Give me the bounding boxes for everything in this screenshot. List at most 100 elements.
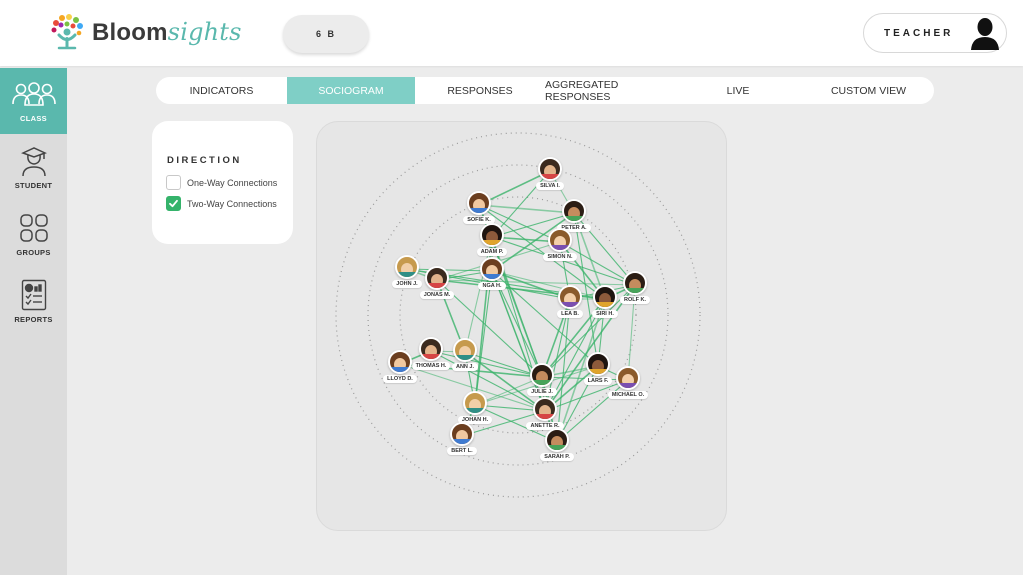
student-avatar	[463, 391, 487, 415]
student-name-label: SIMON N.	[543, 253, 577, 261]
avatar-shirt	[452, 439, 472, 444]
student-name-label: SILVA I.	[536, 182, 564, 190]
direction-filter-card: DIRECTION One-Way Connections Two-Way Co…	[152, 121, 293, 244]
student-name-label: MICHAEL O.	[607, 391, 649, 399]
student-avatar	[450, 422, 474, 446]
student-name-label: ADAM P.	[476, 248, 508, 256]
checkbox-checked[interactable]	[166, 196, 181, 211]
logo-tree-icon	[51, 14, 83, 50]
sidebar-item-reports[interactable]: REPORTS	[0, 269, 67, 335]
orbit-ring-outer	[335, 132, 701, 498]
view-tabs: INDICATORS SOCIOGRAM RESPONSES AGGREGATE…	[156, 77, 934, 104]
avatar-shirt	[455, 355, 475, 360]
reports-icon	[21, 278, 47, 312]
two-way-connections-label: Two-Way Connections	[187, 198, 277, 209]
student-avatar	[616, 366, 640, 390]
student-node-nga[interactable]: NGA H.	[468, 257, 516, 297]
direction-title: DIRECTION	[167, 155, 242, 166]
avatar-shirt	[465, 408, 485, 413]
student-node-michael[interactable]: MICHAEL O.	[604, 366, 652, 406]
avatar-shirt	[469, 208, 489, 213]
student-node-lloyd[interactable]: LLOYD D.	[376, 350, 424, 390]
sidebar-item-label: GROUPS	[16, 248, 51, 257]
student-avatar	[425, 266, 449, 290]
student-name-label: NGA H.	[478, 282, 506, 290]
student-avatar	[480, 257, 504, 281]
class-icon	[11, 77, 57, 111]
avatar-shirt	[390, 367, 410, 372]
brand-name: Bloomsights	[92, 18, 242, 47]
avatar-shirt	[427, 283, 447, 288]
student-name-label: SIRI H.	[592, 310, 618, 318]
student-avatar	[562, 199, 586, 223]
user-role-label: TEACHER	[884, 27, 954, 39]
sidebar-item-class[interactable]: CLASS	[0, 68, 67, 134]
tab-responses[interactable]: RESPONSES	[415, 77, 545, 104]
top-bar: Bloomsights 6 B TEACHER	[0, 0, 1023, 66]
student-node-sarah[interactable]: SARAH P.	[533, 428, 581, 468]
student-name-label: JONAS M.	[419, 291, 455, 299]
avatar-shirt	[618, 383, 638, 388]
student-name-label: JULIE J.	[527, 388, 557, 396]
student-name-label: ANN J.	[451, 363, 479, 371]
sociogram-panel: SILVA I. SOFIE K. PETER A. ADAM P. SIMON N. J…	[316, 121, 727, 531]
avatar-shirt	[550, 245, 570, 250]
tab-aggregated-responses[interactable]: AGGREGATED RESPONSES	[545, 77, 673, 104]
avatar-shirt	[595, 302, 615, 307]
orbit-rings	[335, 132, 701, 498]
student-node-simon[interactable]: SIMON N.	[536, 228, 584, 268]
student-avatar	[593, 285, 617, 309]
avatar-shirt	[560, 302, 580, 307]
student-node-jonas[interactable]: JONAS M.	[413, 266, 461, 306]
brand-suffix: sights	[167, 17, 242, 46]
student-avatar	[558, 285, 582, 309]
tab-indicators[interactable]: INDICATORS	[156, 77, 287, 104]
checkbox-unchecked[interactable]	[166, 175, 181, 190]
student-name-label: BERT L.	[447, 447, 477, 455]
two-way-connections-checkbox[interactable]: Two-Way Connections	[166, 196, 277, 211]
student-avatar	[538, 157, 562, 181]
student-icon	[20, 144, 48, 178]
sociogram-graph	[335, 132, 701, 498]
student-avatar	[530, 363, 554, 387]
brand-prefix: Bloom	[92, 18, 168, 46]
user-avatar-icon	[971, 18, 999, 50]
tab-custom-view[interactable]: CUSTOM VIEW	[803, 77, 934, 104]
sidebar-item-student[interactable]: STUDENT	[0, 135, 67, 201]
user-menu-button[interactable]: TEACHER	[863, 13, 1007, 53]
class-selector-button[interactable]: 6 B	[283, 15, 369, 53]
groups-icon	[19, 211, 49, 245]
one-way-connections-label: One-Way Connections	[187, 177, 278, 188]
avatar-shirt	[547, 445, 567, 450]
avatar-shirt	[535, 414, 555, 419]
student-node-bert[interactable]: BERT L.	[438, 422, 486, 462]
avatar-shirt	[421, 354, 441, 359]
student-node-lea[interactable]: LEA B.	[546, 285, 594, 325]
student-name-label: LLOYD D.	[383, 375, 417, 383]
student-avatar	[548, 228, 572, 252]
tab-sociogram[interactable]: SOCIOGRAM	[287, 77, 415, 104]
student-node-silva[interactable]: SILVA I.	[526, 157, 574, 197]
avatar-shirt	[564, 216, 584, 221]
sidebar: CLASS STUDENT GROUPS REPORTS	[0, 68, 67, 575]
student-name-label: SARAH P.	[540, 453, 574, 461]
student-avatar	[545, 428, 569, 452]
sidebar-item-groups[interactable]: GROUPS	[0, 202, 67, 268]
sidebar-item-label: CLASS	[20, 114, 47, 123]
student-avatar	[388, 350, 412, 374]
avatar-shirt	[482, 274, 502, 279]
one-way-connections-checkbox[interactable]: One-Way Connections	[166, 175, 277, 190]
student-avatar	[533, 397, 557, 421]
tab-live[interactable]: LIVE	[673, 77, 803, 104]
student-name-label: LEA B.	[557, 310, 583, 318]
sidebar-item-label: REPORTS	[14, 315, 53, 324]
student-avatar	[467, 191, 491, 215]
student-avatar	[453, 338, 477, 362]
avatar-shirt	[482, 240, 502, 245]
sidebar-item-label: STUDENT	[14, 181, 53, 190]
checkmark-icon	[169, 199, 178, 208]
avatar-shirt	[532, 380, 552, 385]
logo[interactable]: Bloomsights	[48, 13, 242, 51]
avatar-shirt	[540, 174, 560, 179]
student-avatar	[480, 223, 504, 247]
